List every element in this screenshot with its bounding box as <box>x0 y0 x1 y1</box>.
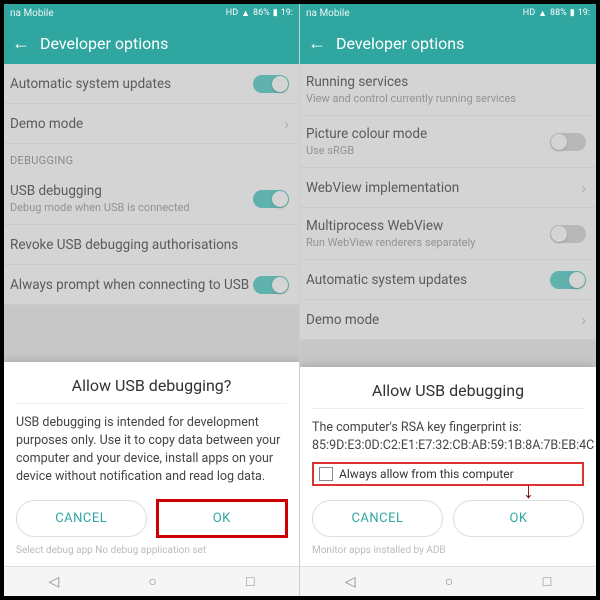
signal-icon: ▲ <box>241 8 250 19</box>
ok-button[interactable]: OK <box>453 500 584 537</box>
toggle-picture-colour[interactable] <box>550 133 586 151</box>
nav-bar: ◁ ○ □ <box>4 566 299 596</box>
page-title: Developer options <box>40 34 168 53</box>
hd-icon: HD <box>523 8 535 18</box>
time-label: 19: <box>281 8 293 18</box>
toggle-always-prompt[interactable] <box>253 276 289 294</box>
usb-debug-dialog: Allow USB debugging The computer's RSA k… <box>300 367 596 566</box>
always-allow-row[interactable]: Always allow from this computer <box>312 462 584 486</box>
battery-label: 88% <box>550 8 567 18</box>
row-picture-colour[interactable]: Picture colour mode Use sRGB <box>300 116 596 168</box>
app-bar: ← Developer options <box>4 22 299 64</box>
peek-row: Monitor apps installed by ADB <box>312 543 584 558</box>
row-webview-impl[interactable]: WebView implementation › <box>300 168 596 208</box>
settings-list: Running services View and control curren… <box>300 64 596 340</box>
carrier-label: na Mobile <box>10 8 54 19</box>
usb-debug-dialog: Allow USB debugging? USB debugging is in… <box>4 362 299 567</box>
page-title: Developer options <box>336 34 464 53</box>
cancel-button[interactable]: CANCEL <box>312 500 443 537</box>
row-demo-mode[interactable]: Demo mode › <box>300 300 596 340</box>
chevron-right-icon: › <box>581 310 586 329</box>
signal-icon: ▲ <box>538 8 547 19</box>
peek-row: Select debug app No debug application se… <box>16 543 287 558</box>
checkbox-icon[interactable] <box>319 467 333 481</box>
chevron-right-icon: › <box>284 114 289 133</box>
carrier-label: na Mobile <box>306 8 350 19</box>
dialog-body: USB debugging is intended for developmen… <box>16 414 287 487</box>
dialog-title: Allow USB debugging? <box>16 376 287 395</box>
row-multiprocess-webview[interactable]: Multiprocess WebView Run WebView rendere… <box>300 208 596 260</box>
row-always-prompt[interactable]: Always prompt when connecting to USB <box>4 265 299 305</box>
time-label: 19: <box>578 8 590 18</box>
back-icon[interactable]: ← <box>12 33 30 54</box>
status-bar: na Mobile HD ▲ 86% ▮ 19: <box>4 4 299 22</box>
battery-icon: ▮ <box>570 8 575 18</box>
row-auto-updates[interactable]: Automatic system updates <box>4 64 299 104</box>
row-auto-updates[interactable]: Automatic system updates <box>300 260 596 300</box>
screenshot-pair: na Mobile HD ▲ 86% ▮ 19: ← Developer opt… <box>0 0 600 600</box>
toggle-auto-updates[interactable] <box>253 75 289 93</box>
status-icons: HD ▲ 88% ▮ 19: <box>523 8 590 19</box>
status-icons: HD ▲ 86% ▮ 19: <box>226 8 293 19</box>
nav-recent-icon[interactable]: □ <box>543 573 551 590</box>
nav-recent-icon[interactable]: □ <box>246 573 254 590</box>
dialog-title: Allow USB debugging <box>312 381 584 400</box>
nav-bar: ◁ ○ □ <box>300 566 596 596</box>
nav-home-icon[interactable]: ○ <box>148 573 156 590</box>
ok-button[interactable]: OK <box>157 500 288 537</box>
nav-home-icon[interactable]: ○ <box>445 573 453 590</box>
nav-back-icon[interactable]: ◁ <box>345 574 356 590</box>
row-usb-debugging[interactable]: USB debugging Debug mode when USB is con… <box>4 173 299 225</box>
battery-icon: ▮ <box>273 8 278 18</box>
section-debugging: DEBUGGING <box>4 144 299 173</box>
hd-icon: HD <box>226 8 238 18</box>
fingerprint-label: The computer's RSA key fingerprint is: <box>312 419 584 437</box>
right-screenshot: na Mobile HD ▲ 88% ▮ 19: ← Developer opt… <box>300 4 596 596</box>
always-allow-label: Always allow from this computer <box>339 467 514 481</box>
row-demo-mode[interactable]: Demo mode › <box>4 104 299 144</box>
toggle-multiprocess[interactable] <box>550 225 586 243</box>
app-bar: ← Developer options <box>300 22 596 64</box>
cancel-button[interactable]: CANCEL <box>16 500 147 537</box>
nav-back-icon[interactable]: ◁ <box>49 574 60 590</box>
settings-list: Automatic system updates Demo mode › DEB… <box>4 64 299 305</box>
fingerprint-value: 85:9D:E3:0D:C2:E1:E7:32:CB:AB:59:1B:8A:7… <box>312 437 584 455</box>
back-icon[interactable]: ← <box>308 33 326 54</box>
left-screenshot: na Mobile HD ▲ 86% ▮ 19: ← Developer opt… <box>4 4 300 596</box>
arrow-down-icon: ↓ <box>523 478 534 504</box>
status-bar: na Mobile HD ▲ 88% ▮ 19: <box>300 4 596 22</box>
row-running-services[interactable]: Running services View and control curren… <box>300 64 596 116</box>
chevron-right-icon: › <box>581 178 586 197</box>
toggle-auto-updates[interactable] <box>550 271 586 289</box>
toggle-usb-debugging[interactable] <box>253 190 289 208</box>
battery-label: 86% <box>253 8 270 18</box>
row-revoke-auth[interactable]: Revoke USB debugging authorisations <box>4 225 299 265</box>
